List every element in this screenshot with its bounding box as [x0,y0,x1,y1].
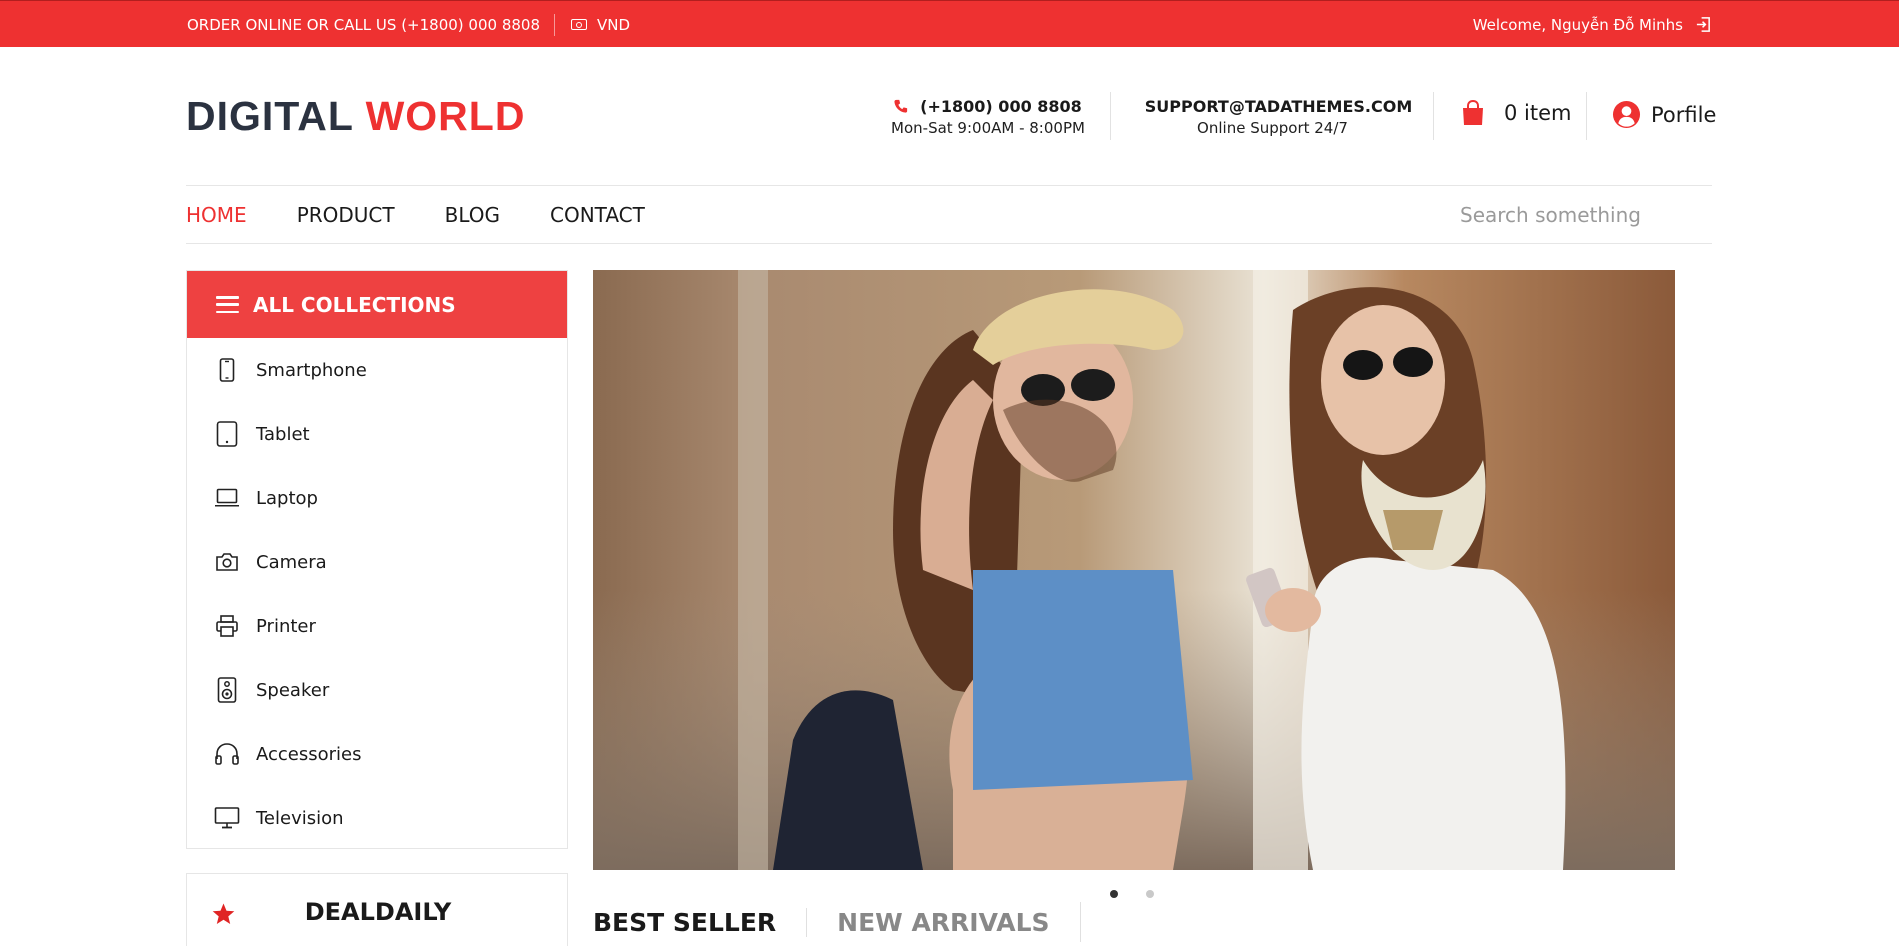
hero-banner[interactable] [593,270,1675,870]
search-input[interactable] [1460,200,1710,230]
category-list: Smartphone Tablet Laptop Camera Printer … [187,338,567,850]
currency-selector[interactable]: VND [597,16,630,34]
profile-button[interactable]: Porfile [1612,100,1716,129]
headphones-icon [215,743,239,765]
divider [1586,92,1587,140]
category-label: Laptop [256,487,318,509]
phone-icon [894,99,908,113]
user-avatar-icon [1612,100,1641,129]
category-label: Accessories [256,743,362,765]
carousel-dots [1110,890,1154,898]
logo-part-world: WORLD [365,93,526,139]
category-camera[interactable]: Camera [187,530,567,594]
nav-contact[interactable]: CONTACT [550,203,645,227]
collections-sidebar: ALL COLLECTIONS Smartphone Tablet Laptop… [186,270,568,849]
divider [1433,92,1434,140]
menu-icon [216,296,239,313]
tab-new-arrivals[interactable]: NEW ARRIVALS [806,907,1079,937]
divider [554,13,555,36]
category-label: Printer [256,615,316,637]
logout-icon[interactable] [1695,16,1712,33]
phone-hours: Mon-Sat 9:00AM - 8:00PM [891,119,1085,137]
smartphone-icon [219,358,235,382]
category-label: Camera [256,551,327,573]
top-bar: ORDER ONLINE OR CALL US (+1800) 000 8808… [0,0,1899,47]
email-contact: SUPPORT@TADATHEMES.COM Online Support 24… [1135,95,1413,138]
category-television[interactable]: Television [187,786,567,850]
laptop-icon [215,488,239,507]
category-accessories[interactable]: Accessories [187,722,567,786]
cart-button[interactable]: 0 item [1462,100,1571,126]
support-email[interactable]: SUPPORT@TADATHEMES.COM [1145,97,1413,116]
phone-contact: (+1800) 000 8808 Mon-Sat 9:00AM - 8:00PM [890,95,1086,138]
category-tablet[interactable]: Tablet [187,402,567,466]
nav-product[interactable]: PRODUCT [297,203,395,227]
cart-count: 0 item [1504,101,1572,125]
banner-image [593,270,1675,870]
phone-number: (+1800) 000 8808 [920,96,1082,116]
collections-header[interactable]: ALL COLLECTIONS [187,271,567,338]
collections-title: ALL COLLECTIONS [253,292,456,317]
order-call-text: ORDER ONLINE OR CALL US (+1800) 000 8808 [187,15,540,34]
product-tabs: BEST SELLER NEW ARRIVALS [593,902,1081,942]
category-speaker[interactable]: Speaker [187,658,567,722]
tablet-icon [216,421,238,447]
email-subtext: Online Support 24/7 [1197,119,1348,137]
category-label: Smartphone [256,359,367,381]
divider [186,243,1712,244]
monitor-icon [214,807,240,829]
divider [1110,92,1111,140]
category-printer[interactable]: Printer [187,594,567,658]
category-label: Television [256,807,344,829]
carousel-dot[interactable] [1146,890,1154,898]
welcome-text: Welcome, Nguyễn Đỗ Minhs [1472,15,1683,34]
category-laptop[interactable]: Laptop [187,466,567,530]
site-logo[interactable]: DIGITAL WORLD [186,93,525,139]
tab-best-seller[interactable]: BEST SELLER [593,908,806,937]
main-nav: HOME PRODUCT BLOG CONTACT [186,186,695,243]
logo-part-digital: DIGITAL [186,93,366,139]
carousel-dot[interactable] [1110,890,1118,898]
deal-daily-title: DEALDAILY [304,898,452,926]
shopping-bag-icon [1463,100,1483,125]
profile-label: Porfile [1651,102,1717,127]
category-smartphone[interactable]: Smartphone [187,338,567,402]
category-label: Speaker [256,679,330,701]
deal-daily-box: DEALDAILY [186,873,568,946]
divider [1079,902,1081,942]
nav-blog[interactable]: BLOG [445,203,500,227]
nav-home[interactable]: HOME [186,203,247,227]
category-label: Tablet [256,423,310,445]
speaker-icon [217,677,237,703]
currency-icon [571,19,587,30]
printer-icon [216,615,238,637]
camera-icon [216,553,238,571]
